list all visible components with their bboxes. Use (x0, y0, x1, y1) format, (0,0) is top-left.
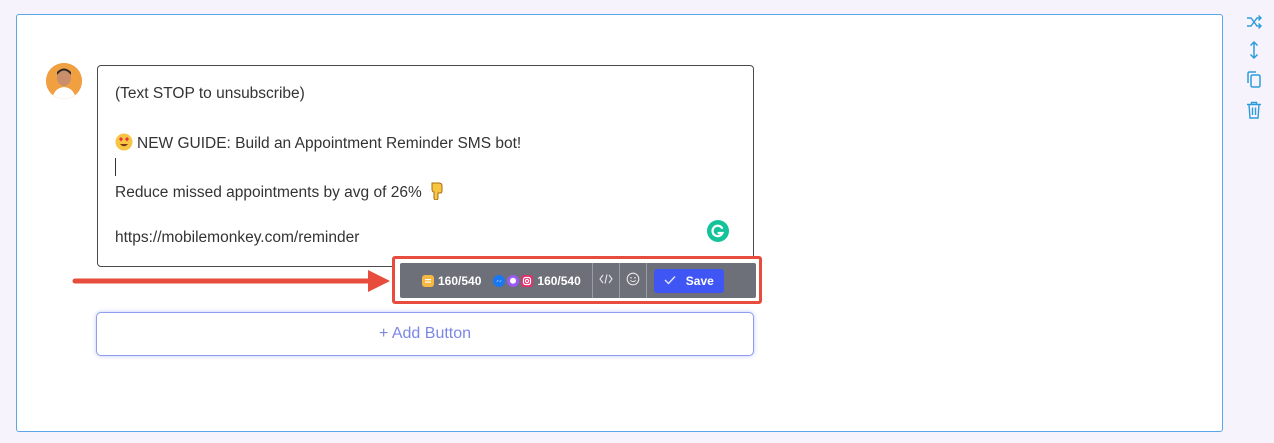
message-line-2-text: NEW GUIDE: Build an Appointment Reminder… (137, 135, 522, 152)
message-line-1: (Text STOP to unsubscribe) (115, 85, 305, 102)
message-line-4: https://mobilemonkey.com/reminder (115, 229, 360, 246)
message-toolbar: 160/540 160/540 Save (400, 263, 756, 298)
code-icon (599, 273, 613, 288)
emoji-icon (626, 272, 640, 289)
pointing-down-emoji-icon (429, 181, 445, 205)
message-line-3: Reduce missed appointments by avg of 26% (115, 181, 449, 205)
code-button[interactable] (593, 263, 619, 298)
sms-count-group: 160/540 (400, 263, 481, 298)
sms-char-count: 160/540 (438, 273, 482, 288)
avatar (46, 63, 82, 99)
toolbar-divider (645, 263, 647, 298)
check-icon (664, 274, 676, 288)
shuffle-icon[interactable] (1244, 12, 1264, 32)
instagram-icon (521, 274, 534, 287)
message-line-2: NEW GUIDE: Build an Appointment Reminder… (115, 133, 521, 156)
message-editor[interactable]: (Text STOP to unsubscribe) NEW GUIDE: Bu… (97, 65, 754, 267)
emoji-button[interactable] (620, 263, 646, 298)
sms-icon (422, 274, 434, 287)
add-button[interactable]: + Add Button (96, 312, 754, 356)
heart-eyes-emoji-icon (115, 133, 133, 156)
social-count-group: 160/540 (493, 263, 581, 298)
social-char-count: 160/540 (537, 273, 581, 288)
resize-vertical-icon[interactable] (1244, 40, 1264, 60)
messenger-icon (493, 274, 506, 287)
save-button[interactable]: Save (653, 268, 724, 293)
annotation-arrow (72, 270, 390, 292)
add-button-label: + Add Button (378, 325, 472, 342)
viber-icon (507, 274, 520, 287)
trash-icon[interactable] (1244, 100, 1264, 120)
copy-icon[interactable] (1244, 70, 1264, 90)
message-line-3-text: Reduce missed appointments by avg of 26% (115, 184, 422, 201)
grammarly-icon[interactable] (707, 220, 729, 242)
save-button-label: Save (685, 273, 714, 288)
text-cursor (115, 158, 116, 176)
